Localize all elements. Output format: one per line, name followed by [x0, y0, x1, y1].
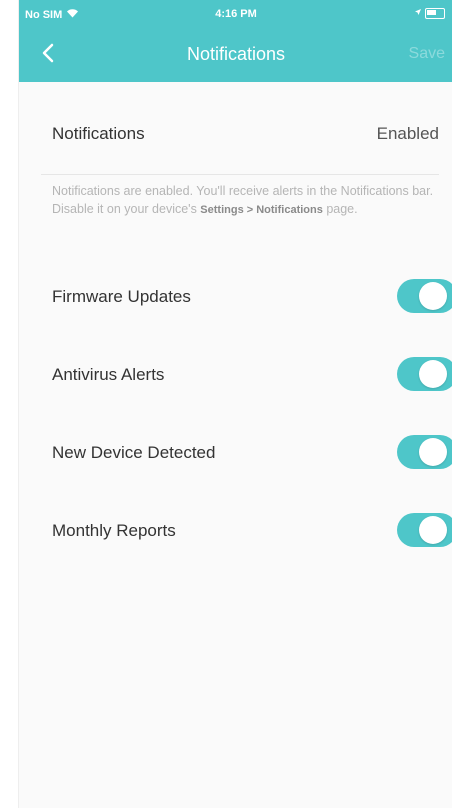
toggle-row-monthly-reports: Monthly Reports — [19, 502, 452, 558]
notifications-status-row[interactable]: Notifications Enabled — [19, 98, 452, 168]
toggle-knob — [419, 516, 447, 544]
app-screen: No SIM 4:16 PM Notifications Save Notifi… — [18, 0, 452, 808]
page-title: Notifications — [186, 44, 286, 64]
toggle-row-antivirus-alerts: Antivirus Alerts — [19, 346, 452, 402]
monthly-reports-toggle[interactable] — [397, 513, 452, 547]
toggle-label: Monthly Reports — [52, 521, 176, 540]
status-bar: No SIM 4:16 PM — [19, 0, 452, 26]
toggle-label: New Device Detected — [52, 443, 216, 462]
notifications-description: Notifications are enabled. You'll receiv… — [52, 182, 447, 219]
firmware-updates-toggle[interactable] — [397, 279, 452, 313]
save-button[interactable]: Save — [409, 45, 445, 63]
divider — [41, 174, 439, 175]
toggle-knob — [419, 438, 447, 466]
header: No SIM 4:16 PM Notifications Save — [19, 0, 452, 82]
battery-icon — [425, 7, 445, 19]
toggle-row-new-device-detected: New Device Detected — [19, 424, 452, 480]
toggle-label: Firmware Updates — [52, 287, 191, 306]
status-right — [414, 7, 445, 19]
settings-path: Settings > Notifications — [200, 204, 323, 216]
notifications-label: Notifications — [52, 124, 145, 143]
status-time: 4:16 PM — [215, 8, 257, 20]
description-end: page. — [322, 202, 358, 216]
notifications-status-value: Enabled — [376, 124, 439, 143]
toggle-row-firmware-updates: Firmware Updates — [19, 268, 452, 324]
antivirus-alerts-toggle[interactable] — [397, 357, 452, 391]
toggle-knob — [419, 360, 447, 388]
new-device-detected-toggle[interactable] — [397, 435, 452, 469]
nav-bar: Notifications Save — [19, 30, 452, 80]
location-icon — [414, 7, 422, 19]
toggle-label: Antivirus Alerts — [52, 365, 165, 384]
toggle-knob — [419, 282, 447, 310]
